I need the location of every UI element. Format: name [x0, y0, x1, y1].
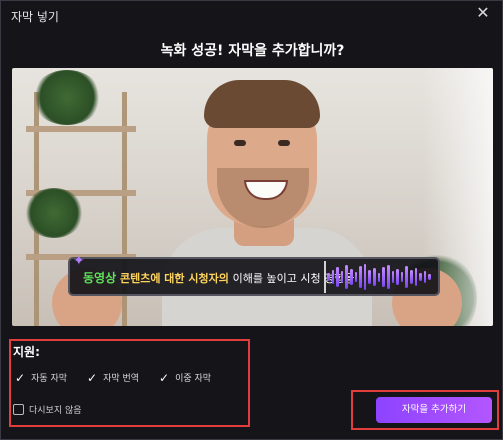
support-label: 지원: [13, 345, 40, 359]
check-icon: ✓ [159, 370, 170, 385]
person-hair [204, 80, 320, 128]
person-eye [234, 140, 246, 146]
add-subtitles-dialog: 자막 넣기 ✕ 녹화 성공! 자막을 추가합니까? ✦ 동영상 콘텐츠에 대한 … [0, 0, 503, 440]
checkbox[interactable] [13, 404, 24, 415]
person-eye [278, 140, 290, 146]
check-icon: ✓ [87, 370, 98, 385]
sparkle-icon: ✦ [73, 253, 85, 269]
dont-show-again-label: 다시보지 않음 [29, 406, 82, 416]
dialog-title: 자막 넣기 [11, 10, 59, 24]
subtitle-word-active: 콘텐츠에 대한 시청자의 [119, 272, 229, 285]
option-label: 자동 자막 [31, 374, 68, 384]
success-heading: 녹화 성공! 자막을 추가합니까? [160, 43, 345, 59]
option-subtitle-translation: ✓ 자막 번역 [87, 370, 140, 385]
audio-waveform-icon [327, 263, 432, 291]
option-dual-subtitle: ✓ 이중 자막 [159, 370, 212, 385]
playhead-line [324, 261, 326, 293]
close-icon[interactable]: ✕ [474, 4, 492, 22]
add-subtitles-button[interactable]: 자막을 추가하기 [376, 397, 492, 423]
plant-image [24, 188, 84, 238]
plant-image [32, 70, 102, 125]
subtitle-word-highlight: 동영상 [83, 271, 117, 285]
subtitle-text: 동영상 콘텐츠에 대한 시청자의 이해를 높이고 시청 경험을 [83, 269, 354, 286]
option-auto-subtitle: ✓ 자동 자막 [15, 370, 68, 385]
dont-show-again-checkbox[interactable]: 다시보지 않음 [13, 403, 82, 416]
check-icon: ✓ [15, 370, 26, 385]
option-label: 자막 번역 [103, 374, 140, 384]
option-label: 이중 자막 [175, 374, 212, 384]
